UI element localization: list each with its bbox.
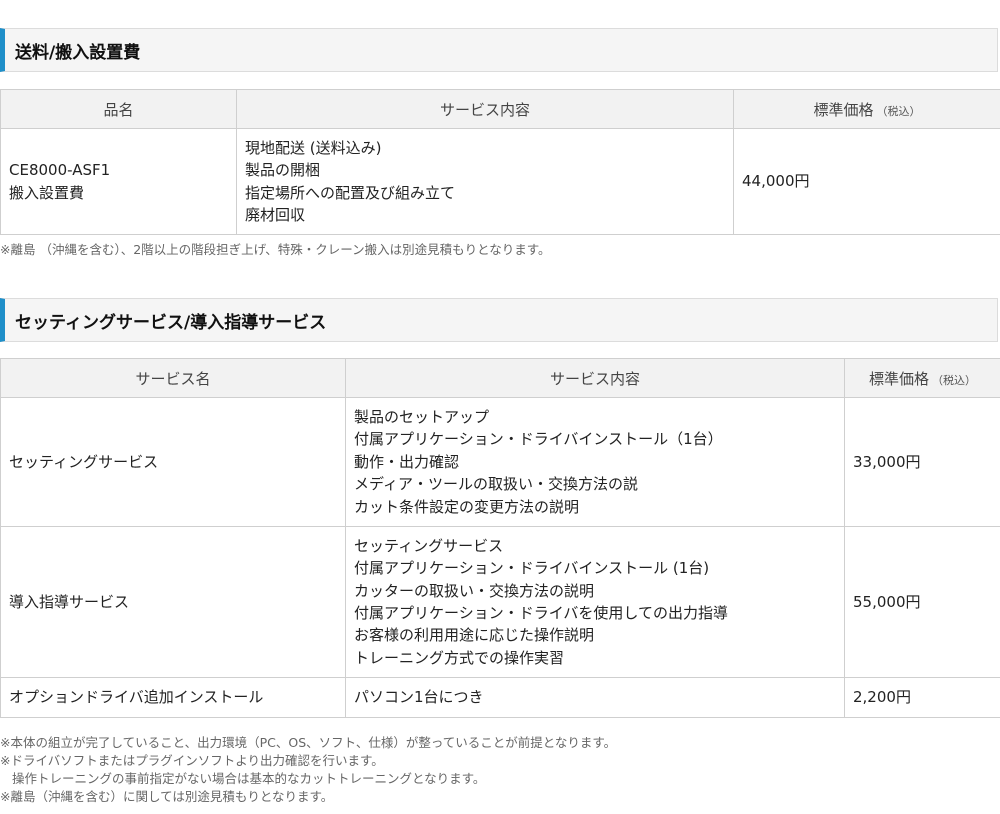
header-service-name: サービス名 bbox=[0, 358, 346, 398]
table-header-row: サービス名 サービス内容 標準価格 （税込） bbox=[0, 358, 1000, 398]
item-name-cell: CE8000-ASF1 搬入設置費 bbox=[0, 128, 237, 235]
section-heading-shipping: 送料/搬入設置費 bbox=[0, 28, 998, 72]
section-heading-setting: セッティングサービス/導入指導サービス bbox=[0, 298, 998, 342]
service-content-cell: 現地配送 (送料込み) 製品の開梱 指定場所への配置及び組み立て 廃材回収 bbox=[236, 128, 734, 235]
service-name-cell: セッティングサービス bbox=[0, 397, 346, 527]
services-table: サービス名 サービス内容 標準価格 （税込） セッティングサービス 製品のセットア… bbox=[0, 358, 1000, 718]
table-row: 導入指導サービス セッティングサービス 付属アプリケーション・ドライバインストー… bbox=[0, 526, 1000, 678]
header-standard-price: 標準価格 （税込） bbox=[733, 89, 1000, 129]
section-title: 送料/搬入設置費 bbox=[15, 42, 141, 63]
section-title: セッティングサービス/導入指導サービス bbox=[15, 312, 327, 333]
service-name-cell: オプションドライバ追加インストール bbox=[0, 677, 346, 718]
price-cell: 55,000円 bbox=[844, 526, 1000, 678]
shipping-table: 品名 サービス内容 標準価格 （税込） CE8000-ASF1 搬入設置費 現地配… bbox=[0, 89, 1000, 235]
price-cell: 2,200円 bbox=[844, 677, 1000, 718]
header-standard-price: 標準価格 （税込） bbox=[844, 358, 1000, 398]
service-name-cell: 導入指導サービス bbox=[0, 526, 346, 678]
service-content-cell: セッティングサービス 付属アプリケーション・ドライバインストール (1台) カッ… bbox=[345, 526, 845, 678]
table-row: オプションドライバ追加インストール パソコン1台につき 2,200円 bbox=[0, 677, 1000, 718]
header-service-content: サービス内容 bbox=[236, 89, 734, 129]
header-item-name: 品名 bbox=[0, 89, 237, 129]
price-cell: 44,000円 bbox=[733, 128, 1000, 235]
table-row: セッティングサービス 製品のセットアップ 付属アプリケーション・ドライバインスト… bbox=[0, 397, 1000, 527]
shipping-note: ※離島 （沖縄を含む）、2階以上の階段担ぎ上げ、特殊・クレーン搬入は別途見積もり… bbox=[0, 242, 551, 257]
price-cell: 33,000円 bbox=[844, 397, 1000, 527]
table-header-row: 品名 サービス内容 標準価格 （税込） bbox=[0, 89, 1000, 129]
services-notes: ※本体の組立が完了していること、出力環境（PC、OS、ソフト、仕様）が整っている… bbox=[0, 735, 617, 804]
service-content-cell: パソコン1台につき bbox=[345, 677, 845, 718]
table-row: CE8000-ASF1 搬入設置費 現地配送 (送料込み) 製品の開梱 指定場所… bbox=[0, 128, 1000, 235]
header-service-content: サービス内容 bbox=[345, 358, 845, 398]
service-content-cell: 製品のセットアップ 付属アプリケーション・ドライバインストール（1台） 動作・出… bbox=[345, 397, 845, 527]
